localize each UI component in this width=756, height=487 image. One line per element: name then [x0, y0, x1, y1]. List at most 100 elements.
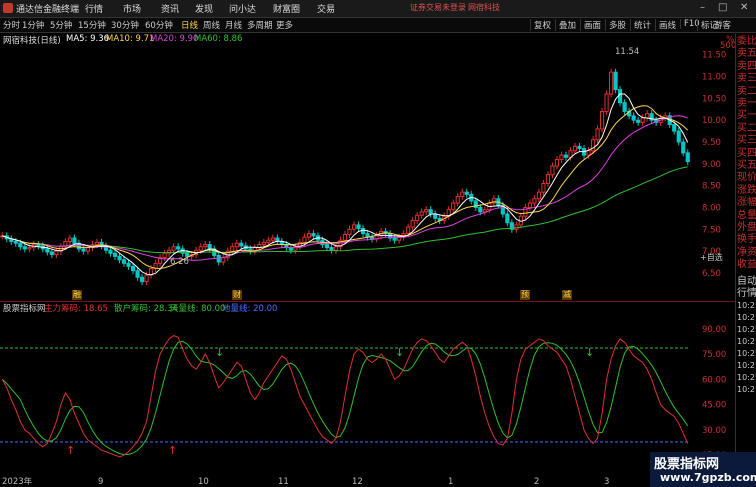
- add-watchlist-button[interactable]: +自选: [700, 252, 723, 264]
- login-notice[interactable]: 证券交易未登录: [410, 2, 466, 13]
- candle-body: [645, 113, 650, 119]
- close-icon[interactable]: ✕: [740, 2, 748, 13]
- candle-body: [67, 237, 72, 242]
- candle-body: [545, 174, 551, 184]
- quote-field-label: 涨跌: [737, 184, 756, 196]
- quote-panel: 委比 卖五 卖四 卖三 卖二 卖一 买一 买二 买三 买四 买五 现价 涨跌 涨幅 总量 外盘 换手 净资 收益 自动…: [700, 34, 756, 484]
- quote-field-label: 现价: [737, 172, 756, 184]
- multi-stock-button[interactable]: 多股: [605, 19, 626, 31]
- candle-body: [464, 191, 469, 195]
- menu-news[interactable]: 资讯: [161, 2, 179, 15]
- candle-body: [640, 117, 645, 123]
- candle-body: [230, 246, 235, 252]
- price-tick-label: 10.00: [702, 116, 726, 126]
- tag-margin[interactable]: 融: [72, 290, 82, 300]
- date-tick-label: 3: [604, 477, 609, 487]
- candle-body: [604, 93, 609, 112]
- tag-finance[interactable]: 财: [232, 290, 242, 300]
- candle-body: [672, 124, 677, 132]
- menu-market[interactable]: 市场: [123, 2, 141, 15]
- candle-body: [609, 71, 614, 95]
- buy-arrow-icon: ↑: [66, 444, 75, 457]
- tab-intraday[interactable]: 分时: [3, 19, 20, 31]
- tab-monthly[interactable]: 月线: [225, 19, 242, 31]
- candle-body: [126, 262, 131, 267]
- date-tick-label: 11: [278, 477, 289, 487]
- quote-field-label: 涨幅: [737, 197, 756, 209]
- screen-button[interactable]: 画面: [580, 19, 601, 31]
- menu-quotes[interactable]: 行情: [85, 2, 103, 15]
- menu-trade[interactable]: 交易: [317, 2, 335, 15]
- tab-1min[interactable]: 1分钟: [22, 19, 44, 31]
- ma5-value: MA5: 9.36: [66, 34, 110, 44]
- tab-5min[interactable]: 5分钟: [50, 19, 72, 31]
- candle-body: [599, 110, 605, 130]
- tick-time: 10:27: [737, 348, 756, 358]
- indicator-info-bar: 股票指标网 主力筹码: 18.65 散户筹码: 28.34 天量线: 80.00…: [0, 300, 700, 314]
- overlay-button[interactable]: 叠加: [555, 19, 576, 31]
- candle-body: [347, 228, 352, 236]
- candlestick-chart[interactable]: 11.54 6.26: [0, 46, 700, 286]
- candle-body: [261, 241, 266, 246]
- candle-body: [198, 246, 203, 251]
- tab-weekly[interactable]: 周线: [203, 19, 220, 31]
- tag-reduce[interactable]: 减: [562, 290, 572, 300]
- candle-body: [392, 237, 397, 241]
- stats-button[interactable]: 统计: [630, 19, 651, 31]
- candle-body: [577, 145, 582, 150]
- quote-field-label: 委比: [737, 36, 756, 47]
- sell-arrow-icon: ↓: [215, 346, 224, 359]
- menu-wealth[interactable]: 财富圈: [273, 2, 300, 15]
- candle-body: [94, 241, 100, 246]
- maximize-icon[interactable]: □: [718, 2, 727, 13]
- tag-forecast[interactable]: 预: [520, 290, 530, 300]
- candle-body: [342, 234, 348, 241]
- indicator-chart[interactable]: ↑ ↑ ↓ ↓ ↓: [0, 312, 700, 472]
- stock-info-bar: 网宿科技(日线) MA5: 9.36 MA10: 9.71 MA20: 9.90…: [0, 34, 700, 46]
- quote-field-label: 卖一: [737, 98, 756, 109]
- candle-body: [85, 247, 91, 252]
- tab-more[interactable]: 更多: [276, 19, 293, 31]
- tab-15min[interactable]: 15分钟: [78, 19, 106, 31]
- price-tick-label: 11.00: [702, 73, 726, 83]
- quote-field-label: 外盘: [737, 222, 756, 233]
- candle-body: [563, 154, 569, 158]
- date-tick-label: 10: [198, 477, 209, 487]
- price-tick-label: 11.50: [702, 51, 726, 61]
- quote-field-label: 买一: [737, 110, 756, 122]
- sell-arrow-icon: ↓: [585, 346, 594, 359]
- candle-body: [369, 236, 375, 240]
- axis-top-500: 500: [720, 41, 735, 51]
- candle-body: [460, 191, 465, 198]
- date-axis: 2023年 9 10 11 12 1 2 3: [2, 476, 609, 487]
- candle-body: [329, 247, 334, 251]
- draw-line-button[interactable]: 画线: [655, 19, 676, 31]
- tab-multi-period[interactable]: 多周期: [247, 19, 273, 31]
- candle-body: [13, 240, 18, 244]
- candle-body: [234, 242, 239, 248]
- candle-body: [514, 224, 519, 230]
- tab-60min[interactable]: 60分钟: [145, 19, 173, 31]
- candle-body: [162, 252, 167, 259]
- tab-daily[interactable]: 日线: [181, 19, 198, 31]
- candle-body: [203, 244, 208, 248]
- candle-body: [424, 209, 429, 213]
- quote-field-label: 卖四: [737, 60, 756, 72]
- candle-body: [306, 233, 312, 238]
- minimize-icon[interactable]: –: [700, 2, 705, 13]
- candle-body: [451, 202, 456, 211]
- app-logo-icon: [3, 3, 13, 13]
- title-bar: 通达信金融终端 行情 市场 资讯 发现 问小达 财富圈 交易 证券交易未登录 网…: [0, 0, 756, 18]
- guest-user[interactable]: 游客: [714, 19, 731, 31]
- restore-rights-button[interactable]: 复权: [530, 19, 551, 31]
- tab-30min[interactable]: 30分钟: [111, 19, 139, 31]
- menu-xiaoda[interactable]: 问小达: [229, 2, 256, 15]
- candle-body: [130, 265, 136, 272]
- candle-body: [54, 250, 59, 256]
- app-title: 通达信金融终端: [16, 5, 80, 15]
- quote-field-label: 卖三: [737, 73, 756, 85]
- candle-body: [478, 206, 483, 213]
- candle-body: [536, 191, 542, 200]
- menu-discover[interactable]: 发现: [195, 2, 213, 15]
- candle-body: [527, 202, 532, 208]
